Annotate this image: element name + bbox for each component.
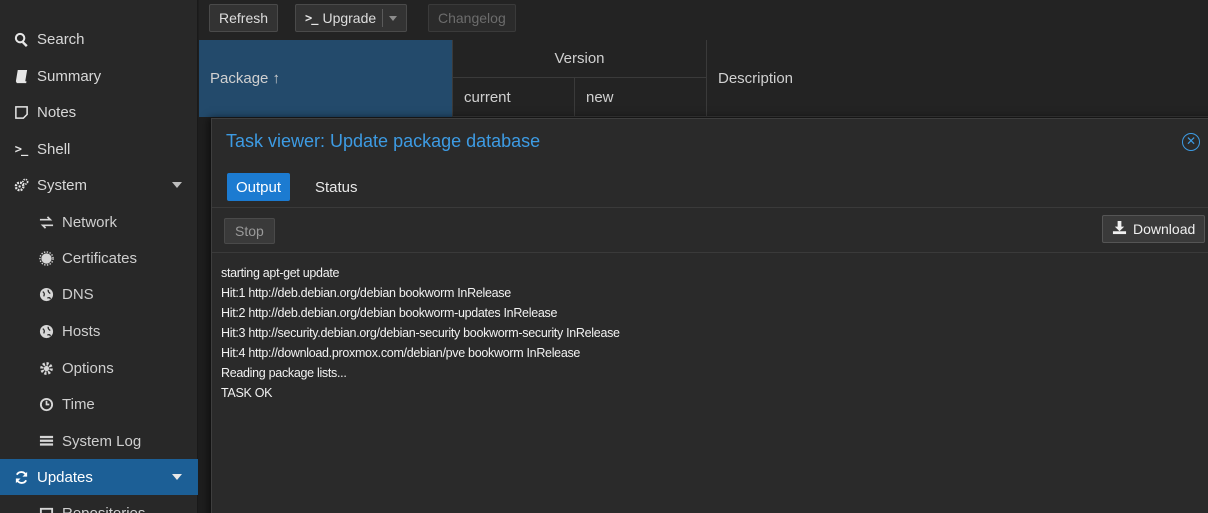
- sidebar-item-label: Summary: [37, 67, 102, 85]
- close-icon[interactable]: ✕: [1182, 133, 1200, 151]
- sidebar-item-label: Shell: [37, 140, 71, 158]
- sidebar-item-label: Repositories: [62, 504, 146, 513]
- sidebar-item-system-log[interactable]: System Log: [0, 423, 198, 459]
- certificate-icon: [38, 250, 54, 266]
- package-grid-header: Package ↑ Version current new Descriptio…: [199, 40, 1208, 117]
- column-header-version: Version: [453, 40, 707, 78]
- sidebar-item-label: Hosts: [62, 322, 101, 340]
- sidebar-item-search[interactable]: Search: [0, 21, 198, 57]
- divider: [212, 252, 1208, 253]
- sidebar-item-summary[interactable]: Summary: [0, 58, 198, 94]
- log-line: Hit:2 http://deb.debian.org/debian bookw…: [221, 306, 558, 320]
- sidebar-item-system[interactable]: System: [0, 167, 198, 203]
- task-toolbar: Stop Download: [212, 208, 1208, 252]
- repositories-icon: [38, 505, 54, 513]
- chevron-down-icon[interactable]: [172, 182, 182, 188]
- chevron-down-icon[interactable]: [389, 15, 398, 21]
- column-header-package[interactable]: Package ↑: [199, 40, 453, 117]
- sidebar-item-hosts[interactable]: Hosts: [0, 313, 198, 349]
- log-line: starting apt-get update: [221, 266, 340, 280]
- gear-icon: [38, 360, 54, 376]
- globe-icon: [38, 286, 54, 302]
- sidebar-item-label: Updates: [37, 468, 93, 486]
- search-icon: [13, 31, 29, 47]
- log-line: Hit:1 http://deb.debian.org/debian bookw…: [221, 286, 511, 300]
- note-icon: [13, 104, 29, 120]
- log-line: Hit:4 http://download.proxmox.com/debian…: [221, 346, 581, 360]
- sidebar-item-label: System: [37, 176, 88, 194]
- sidebar-item-time[interactable]: Time: [0, 386, 198, 422]
- sidebar: Search Summary Notes >_ Shell System Net…: [0, 0, 198, 513]
- sidebar-item-options[interactable]: Options: [0, 350, 198, 386]
- column-header-current[interactable]: current: [453, 78, 575, 117]
- sidebar-item-label: Network: [62, 213, 118, 231]
- stop-button[interactable]: Stop: [224, 218, 275, 244]
- refresh-button[interactable]: Refresh: [209, 4, 279, 32]
- gears-icon: [13, 177, 29, 193]
- book-icon: [13, 68, 29, 84]
- column-header-new[interactable]: new: [575, 78, 707, 117]
- sidebar-item-notes[interactable]: Notes: [0, 94, 198, 130]
- sidebar-item-shell[interactable]: >_ Shell: [0, 131, 198, 167]
- log-line: TASK OK: [221, 386, 273, 400]
- upgrade-button[interactable]: >_ Upgrade: [295, 4, 408, 32]
- button-split: [382, 9, 384, 27]
- sidebar-item-repositories[interactable]: Repositories: [0, 495, 198, 513]
- download-icon: [1112, 220, 1133, 238]
- sidebar-item-updates[interactable]: Updates: [0, 459, 198, 495]
- download-button[interactable]: Download: [1102, 215, 1206, 243]
- sidebar-item-label: Options: [62, 359, 114, 377]
- sidebar-item-label: Notes: [37, 103, 77, 121]
- sidebar-item-label: Search: [37, 30, 85, 48]
- terminal-icon: >_: [305, 11, 318, 25]
- task-viewer-window: Task viewer: Update package database ✕ O…: [211, 118, 1208, 513]
- globe-icon: [38, 323, 54, 339]
- changelog-button[interactable]: Changelog: [428, 4, 516, 32]
- clock-icon: [38, 396, 54, 412]
- sidebar-item-network[interactable]: Network: [0, 204, 198, 240]
- terminal-icon: >_: [14, 142, 28, 156]
- chevron-down-icon[interactable]: [172, 474, 182, 480]
- updates-toolbar: Refresh >_ Upgrade Changelog: [199, 0, 1208, 40]
- column-header-description[interactable]: Description: [707, 40, 1208, 117]
- exchange-icon: [38, 214, 54, 230]
- sidebar-item-label: System Log: [62, 432, 142, 450]
- sidebar-item-label: Certificates: [62, 249, 138, 267]
- list-icon: [38, 433, 54, 449]
- sidebar-item-label: Time: [62, 395, 95, 413]
- refresh-icon: [13, 469, 29, 485]
- tab-output[interactable]: Output: [227, 173, 291, 201]
- sidebar-item-certificates[interactable]: Certificates: [0, 240, 198, 276]
- log-line: Reading package lists...: [221, 366, 347, 380]
- task-log-output[interactable]: starting apt-get update Hit:1 http://deb…: [221, 263, 1208, 513]
- task-viewer-title: Task viewer: Update package database: [226, 131, 541, 151]
- sidebar-item-label: DNS: [62, 285, 94, 303]
- sidebar-item-dns[interactable]: DNS: [0, 276, 198, 312]
- log-line: Hit:3 http://security.debian.org/debian-…: [221, 326, 620, 340]
- tab-status[interactable]: Status: [306, 173, 367, 201]
